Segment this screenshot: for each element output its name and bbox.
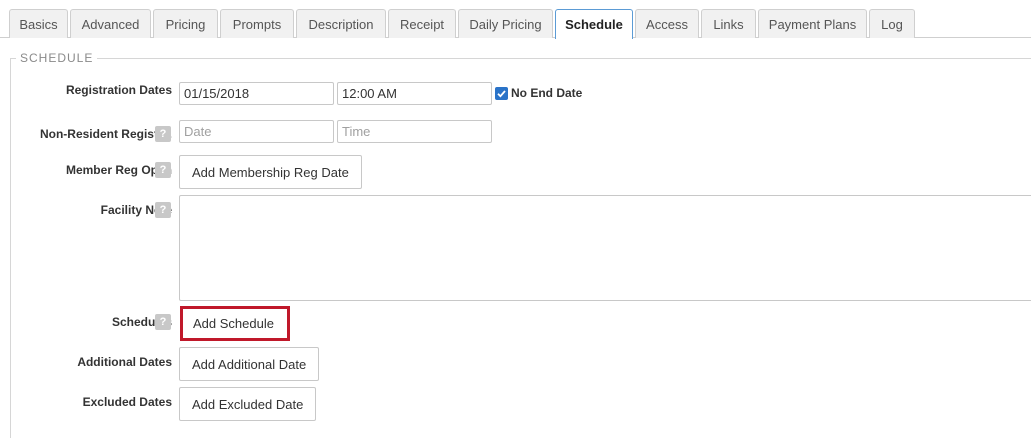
add-membership-reg-date-button[interactable]: Add Membership Reg Date: [179, 155, 362, 189]
facility-note-textarea[interactable]: [179, 195, 1031, 301]
tab-access[interactable]: Access: [635, 9, 699, 38]
no-end-date-checkbox[interactable]: [495, 86, 508, 100]
add-additional-date-button[interactable]: Add Additional Date: [179, 347, 320, 381]
tab-receipt[interactable]: Receipt: [388, 9, 456, 38]
section-legend: SCHEDULE: [16, 51, 98, 65]
registration-date-input[interactable]: [179, 82, 334, 105]
schedules-help-icon[interactable]: ?: [155, 314, 171, 330]
registration-dates-label: Registration Dates: [65, 83, 172, 97]
tab-description[interactable]: Description: [296, 9, 386, 38]
non-resident-help-icon[interactable]: ?: [155, 126, 171, 142]
tab-prompts[interactable]: Prompts: [220, 9, 294, 38]
tab-payment-plans[interactable]: Payment Plans: [758, 9, 867, 38]
facility-note-help-icon[interactable]: ?: [155, 202, 171, 218]
tab-daily-pricing[interactable]: Daily Pricing: [458, 9, 553, 38]
tab-advanced[interactable]: Advanced: [70, 9, 151, 38]
tab-bar: Basics Advanced Pricing Prompts Descript…: [0, 0, 1031, 39]
registration-time-input[interactable]: [337, 82, 492, 105]
no-end-date-label: No End Date: [511, 86, 583, 100]
add-schedule-button[interactable]: Add Schedule: [181, 308, 286, 339]
non-resident-label: Non-Resident Registr...: [39, 127, 172, 141]
no-end-date-control: No End Date: [495, 86, 582, 100]
non-resident-date-input[interactable]: [179, 120, 334, 143]
tab-basics[interactable]: Basics: [9, 9, 68, 38]
tab-links[interactable]: Links: [701, 9, 756, 38]
tab-schedule[interactable]: Schedule: [555, 9, 633, 39]
additional-dates-label: Additional Dates: [77, 355, 172, 369]
non-resident-time-input[interactable]: [337, 120, 492, 143]
excluded-dates-label: Excluded Dates: [82, 395, 172, 409]
checkmark-icon: [497, 89, 506, 98]
add-excluded-date-button[interactable]: Add Excluded Date: [179, 387, 317, 421]
member-reg-open-help-icon[interactable]: ?: [155, 162, 171, 178]
tab-log[interactable]: Log: [869, 9, 915, 38]
tab-pricing[interactable]: Pricing: [153, 9, 218, 38]
